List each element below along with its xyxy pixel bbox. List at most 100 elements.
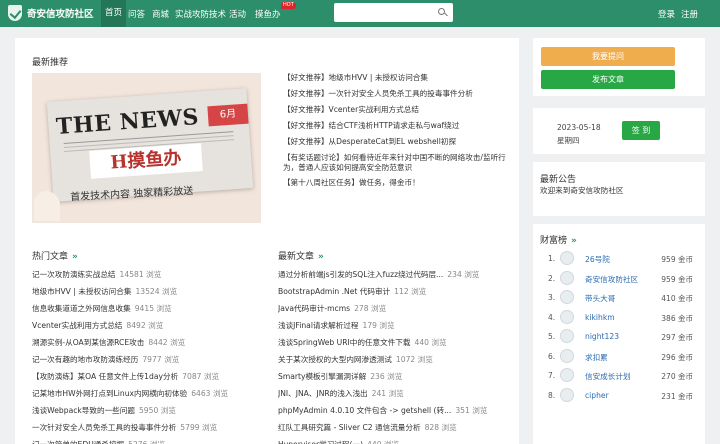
- recommend-title-text: 最新推荐: [32, 58, 69, 68]
- rank-user-name[interactable]: 26号院: [585, 254, 610, 265]
- new-articles-title: 最新文章»: [278, 249, 324, 262]
- nav-item-qa[interactable]: 问答: [128, 8, 145, 20]
- article-link[interactable]: Hypervisor学习过程(一): [278, 440, 363, 444]
- nav-item-events[interactable]: 活动: [229, 8, 246, 20]
- article-row: 【攻防演练】某OA 任意文件上传1day分析 7087 浏览: [32, 368, 262, 385]
- article-link[interactable]: Vcenter实战利用方式总结: [32, 321, 122, 330]
- article-link[interactable]: 通过分析前端js引发的SQL注入fuzz绕过代码层...: [278, 270, 443, 279]
- rank-coins: 231 金币: [661, 391, 693, 402]
- view-count: 9415: [134, 304, 155, 313]
- article-link[interactable]: BootstrapAdmin .Net 代码审计: [278, 287, 390, 296]
- view-label: 浏览: [371, 304, 387, 313]
- view-count: 278: [354, 304, 369, 313]
- recommend-item[interactable]: 【好文推荐】结合CTF浅析HTTP请求走私与waf绕过: [283, 121, 515, 131]
- avatar[interactable]: [560, 251, 574, 265]
- article-views: 1072 浏览: [396, 355, 433, 364]
- avatar[interactable]: [560, 329, 574, 343]
- article-link[interactable]: 浅谈JFinal请求解析过程: [278, 321, 359, 330]
- nav-item-moyuban[interactable]: 摸鱼办: [255, 8, 281, 20]
- new-articles-title-text: 最新文章: [278, 252, 315, 262]
- coin-label: 金币: [678, 274, 693, 284]
- article-link[interactable]: Java代码审计-mcms: [278, 304, 350, 313]
- coin-label: 金币: [678, 352, 693, 362]
- recommend-item[interactable]: 【好文推荐】Vcenter实战利用方式总结: [283, 105, 515, 115]
- view-count: 234: [447, 270, 462, 279]
- rank-coins: 386 金币: [661, 313, 693, 324]
- article-link[interactable]: 一次针对安全人员免杀工具的投毒事件分析: [32, 423, 176, 432]
- avatar[interactable]: [560, 387, 574, 402]
- article-link[interactable]: 信息收集道道之外网信息收集: [32, 304, 131, 313]
- post-article-button[interactable]: 发布文章: [541, 70, 675, 89]
- article-link[interactable]: 记一次攻防演练实战总结: [32, 270, 116, 279]
- view-label: 浏览: [384, 440, 399, 444]
- article-link[interactable]: Smarty模板引擎漏洞详解: [278, 372, 366, 381]
- rank-user-name[interactable]: 带头大哥: [585, 293, 615, 304]
- article-row: phpMyAdmin 4.0.10 文件包含 -> getshell (转...…: [278, 402, 518, 419]
- article-views: 7087 浏览: [182, 372, 219, 381]
- coin-label: 金币: [678, 294, 693, 303]
- rank-user-name[interactable]: cipher: [585, 391, 609, 400]
- view-count: 6463: [191, 389, 211, 398]
- avatar[interactable]: [560, 368, 574, 382]
- article-row: Smarty模板引擎漏洞详解 236 浏览: [278, 368, 518, 385]
- recommend-item[interactable]: 【好文推荐】一次针对安全人员免杀工具的投毒事件分析: [283, 89, 515, 99]
- article-link[interactable]: 关于某次授权的大型内网渗透测试: [278, 355, 392, 364]
- rank-user-name[interactable]: 奇安信攻防社区: [585, 274, 638, 285]
- article-views: 13524 浏览: [135, 287, 177, 296]
- article-link[interactable]: 红队工具研究篇 - Sliver C2 通信流量分析: [278, 423, 421, 432]
- rank-user-name[interactable]: kikihkm: [585, 313, 615, 322]
- nav-item-home[interactable]: 首页: [101, 0, 127, 27]
- article-link[interactable]: JNI、JNA、JNR的浅入浅出: [278, 389, 368, 398]
- article-link[interactable]: 记一次有趣的地市攻防演练经历: [32, 355, 138, 364]
- coin-label: 金币: [678, 313, 693, 323]
- recommend-item[interactable]: 【有奖话题讨论】如何看待近年来针对中国不断的网络攻击/监听行为，普通人应该如何提…: [283, 153, 515, 173]
- article-row: 浅谈JFinal请求解析过程 179 浏览: [278, 317, 518, 334]
- article-row: Hypervisor学习过程(一) 440 浏览: [278, 436, 518, 444]
- search-icon[interactable]: [438, 8, 445, 15]
- article-link[interactable]: 记一次简单的EDU通杀挖掘: [32, 440, 124, 444]
- register-link[interactable]: 注册: [681, 8, 698, 20]
- recommend-item[interactable]: 【好文推荐】从DesperateCat到EL webshell初探: [283, 137, 515, 147]
- article-row: 信息收集道道之外网信息收集 9415 浏览: [32, 300, 262, 317]
- article-link[interactable]: 记某地市HW外网打点到Linux内网横向初体验: [32, 389, 187, 398]
- view-label: 浏览: [379, 321, 395, 330]
- notice-title: 最新公告: [540, 175, 577, 185]
- article-link[interactable]: 浅谈Webpack导致的一些问题: [32, 406, 135, 415]
- recommend-item[interactable]: 【好文推荐】地级市HVV | 未授权访问合集: [283, 73, 515, 83]
- avatar[interactable]: [560, 309, 574, 324]
- view-label: 浏览: [431, 338, 447, 347]
- nav-item-tech[interactable]: 实战攻防技术: [175, 8, 226, 20]
- notice-text[interactable]: 欢迎来到奇安信攻防社区: [540, 185, 624, 196]
- article-link[interactable]: 溯源实例-从OA到某信源RCE攻击: [32, 338, 144, 347]
- article-link[interactable]: phpMyAdmin 4.0.10 文件包含 -> getshell (转...: [278, 406, 451, 415]
- ask-question-button[interactable]: 我要提问: [541, 47, 675, 66]
- view-label: 浏览: [146, 270, 162, 279]
- article-link[interactable]: 【攻防演练】某OA 任意文件上传1day分析: [32, 372, 178, 381]
- coin-amount: 959: [661, 255, 676, 264]
- article-views: 278 浏览: [354, 304, 386, 313]
- news-banner[interactable]: THE NEWS 6月 H摸鱼办 首发技术内容 独家精彩放送: [32, 73, 261, 223]
- view-count: 440: [367, 440, 382, 444]
- avatar[interactable]: [560, 348, 574, 363]
- rich-list-more[interactable]: »: [571, 236, 577, 246]
- recommend-item[interactable]: 【第十八周社区任务】做任务，得金币！: [283, 178, 515, 188]
- site-logo[interactable]: 奇安信攻防社区: [8, 5, 94, 21]
- rank-user-name[interactable]: night123: [585, 332, 619, 341]
- article-views: 351 浏览: [455, 406, 487, 415]
- nav-item-shop[interactable]: 商城: [152, 8, 169, 20]
- rich-list-title: 财富榜»: [540, 233, 577, 246]
- login-link[interactable]: 登录: [658, 8, 675, 20]
- rank-row: 3. 带头大哥 410 金币: [533, 289, 705, 307]
- search-input[interactable]: [334, 3, 453, 22]
- sign-in-button[interactable]: 签 到: [622, 121, 660, 140]
- new-articles-more[interactable]: »: [318, 252, 324, 262]
- avatar[interactable]: [560, 290, 574, 304]
- article-link[interactable]: 地级市HVV | 未授权访问合集: [32, 287, 131, 296]
- rank-number: 1.: [548, 254, 556, 263]
- article-link[interactable]: 浅谈SpringWeb URI中的任意文件下载: [278, 338, 411, 347]
- site-name: 奇安信攻防社区: [27, 9, 94, 20]
- rank-user-name[interactable]: 求扣累: [585, 352, 608, 363]
- rank-user-name[interactable]: 信安成长计划: [585, 371, 631, 382]
- avatar[interactable]: [560, 270, 574, 285]
- hot-articles-more[interactable]: »: [72, 252, 78, 262]
